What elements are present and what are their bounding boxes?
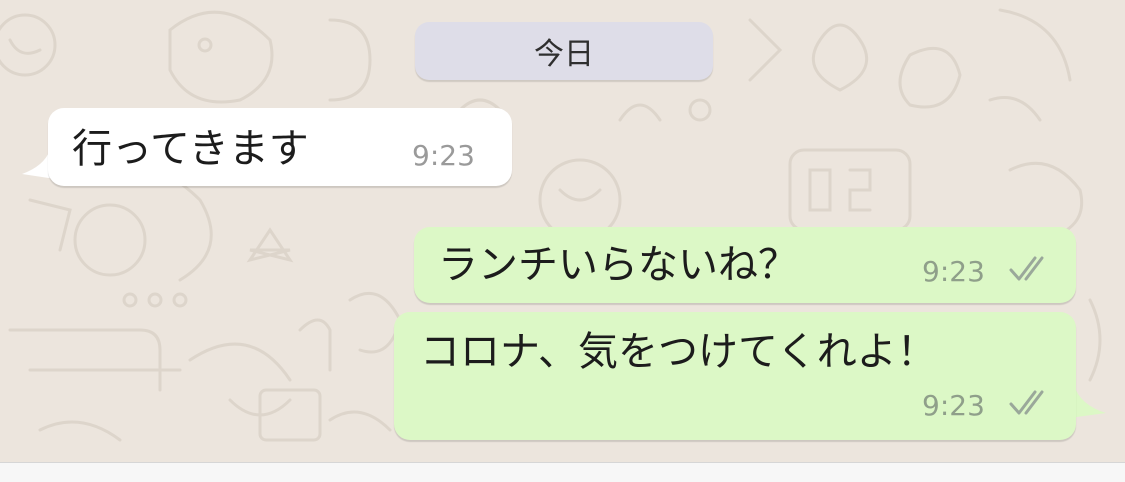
message-text: 行ってきます bbox=[72, 126, 309, 172]
message-time: 9:23 bbox=[922, 255, 985, 288]
outgoing-message-bubble[interactable]: ランチいらないね？ 9:23 bbox=[414, 227, 1076, 303]
message-time: 9:23 bbox=[412, 139, 475, 172]
date-badge: 今日 bbox=[415, 22, 713, 80]
message-text: ランチいらないね？ bbox=[438, 242, 798, 288]
input-bar bbox=[0, 462, 1125, 482]
chat-area: 今日 行ってきます 9:23 ランチいらないね？ 9:23 コロナ、気をつけてく… bbox=[0, 0, 1125, 462]
outgoing-message-bubble[interactable]: コロナ、気をつけてくれよ！ 9:23 bbox=[394, 312, 1076, 440]
double-check-icon bbox=[1009, 256, 1044, 281]
message-time: 9:23 bbox=[922, 389, 985, 422]
message-text: コロナ、気をつけてくれよ！ bbox=[420, 329, 937, 375]
double-check-icon bbox=[1009, 390, 1044, 415]
incoming-message-bubble[interactable]: 行ってきます 9:23 bbox=[48, 108, 512, 186]
